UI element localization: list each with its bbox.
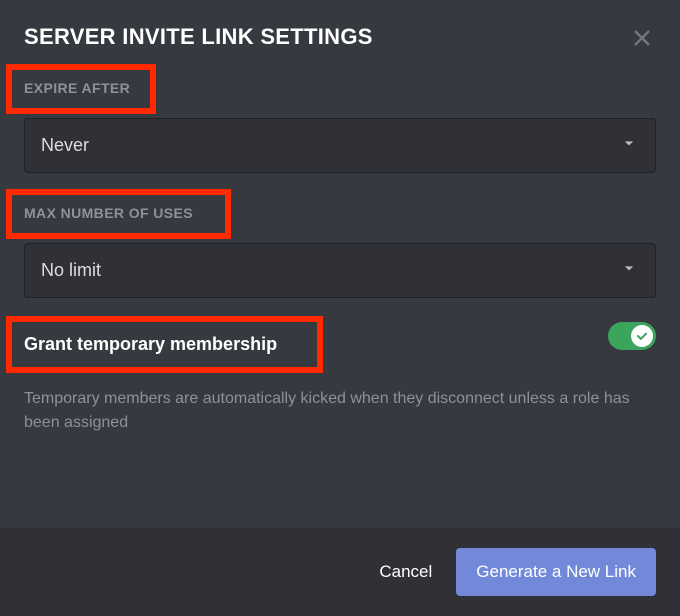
highlight-expire-after: EXPIRE AFTER — [6, 64, 156, 114]
modal-header: SERVER INVITE LINK SETTINGS — [0, 0, 680, 64]
grant-membership-row: Grant temporary membership — [24, 298, 656, 373]
modal-content: EXPIRE AFTER Never MAX NUMBER OF USES No… — [0, 64, 680, 528]
cancel-button[interactable]: Cancel — [379, 562, 432, 582]
grant-membership-label: Grant temporary membership — [24, 334, 277, 354]
generate-link-button[interactable]: Generate a New Link — [456, 548, 656, 596]
modal-title: SERVER INVITE LINK SETTINGS — [24, 24, 373, 50]
chevron-down-icon — [619, 258, 639, 283]
max-uses-label: MAX NUMBER OF USES — [24, 205, 193, 221]
expire-after-value: Never — [41, 135, 89, 156]
close-icon[interactable] — [628, 24, 656, 52]
max-uses-select[interactable]: No limit — [24, 243, 656, 298]
grant-membership-toggle[interactable] — [608, 322, 656, 350]
expire-after-select[interactable]: Never — [24, 118, 656, 173]
toggle-thumb — [631, 325, 653, 347]
modal-footer: Cancel Generate a New Link — [0, 528, 680, 616]
grant-membership-description: Temporary members are automatically kick… — [24, 387, 656, 435]
max-uses-value: No limit — [41, 260, 101, 281]
invite-settings-modal: SERVER INVITE LINK SETTINGS EXPIRE AFTER… — [0, 0, 680, 616]
chevron-down-icon — [619, 133, 639, 158]
expire-after-label: EXPIRE AFTER — [24, 80, 130, 96]
highlight-grant-membership: Grant temporary membership — [6, 316, 323, 373]
highlight-max-uses: MAX NUMBER OF USES — [6, 189, 231, 239]
